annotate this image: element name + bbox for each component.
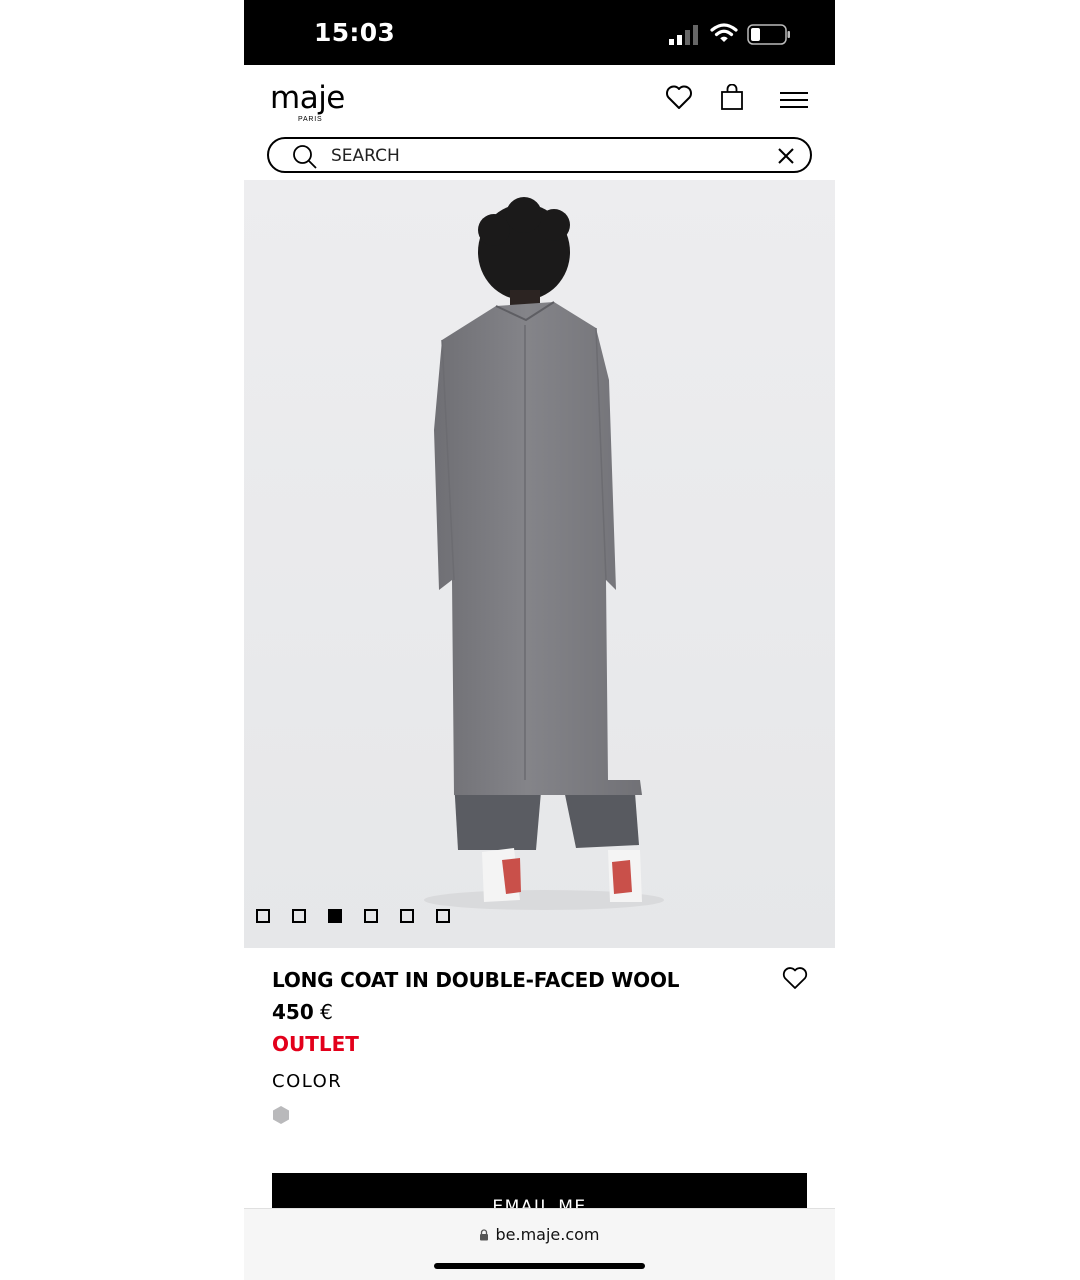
close-icon[interactable] bbox=[777, 147, 795, 165]
color-label: COLOR bbox=[272, 1071, 343, 1092]
signal-icon bbox=[669, 25, 698, 45]
product-image[interactable] bbox=[244, 180, 835, 948]
wifi-icon bbox=[710, 23, 738, 42]
logo-subtitle: PARIS bbox=[298, 116, 323, 123]
url-display[interactable]: be.maje.com bbox=[244, 1225, 835, 1244]
heart-icon[interactable] bbox=[665, 84, 693, 110]
phone-screen: 15:03 maje PARIS SEARCH LONG COAT IN DOU… bbox=[244, 0, 835, 1280]
home-indicator[interactable] bbox=[434, 1263, 645, 1269]
lock-icon bbox=[480, 1229, 489, 1241]
product-price: 450 € bbox=[272, 1000, 333, 1024]
battery-icon bbox=[747, 24, 790, 45]
menu-icon[interactable] bbox=[779, 90, 809, 110]
logo-wordmark: maje bbox=[270, 80, 345, 116]
carousel-dots bbox=[256, 909, 450, 923]
search-input[interactable] bbox=[331, 145, 751, 167]
carousel-dot-4[interactable] bbox=[364, 909, 378, 923]
status-time: 15:03 bbox=[314, 18, 396, 47]
wishlist-heart-icon[interactable] bbox=[782, 966, 808, 990]
status-bar: 15:03 bbox=[244, 0, 835, 65]
carousel-dot-6[interactable] bbox=[436, 909, 450, 923]
carousel-dot-5[interactable] bbox=[400, 909, 414, 923]
price-amount: 450 bbox=[272, 1000, 314, 1024]
shopping-bag-icon[interactable] bbox=[721, 84, 743, 110]
carousel-dot-3-active[interactable] bbox=[328, 909, 342, 923]
product-title: LONG COAT IN DOUBLE-FACED WOOL bbox=[272, 968, 680, 992]
outlet-badge: OUTLET bbox=[272, 1032, 359, 1056]
search-icon[interactable] bbox=[292, 144, 318, 170]
url-text: be.maje.com bbox=[495, 1225, 600, 1244]
model-in-coat-photo bbox=[244, 180, 835, 948]
search-bar[interactable] bbox=[267, 137, 812, 173]
browser-bar: be.maje.com bbox=[244, 1208, 835, 1280]
maje-logo[interactable]: maje PARIS bbox=[270, 80, 354, 126]
color-swatch-grey[interactable] bbox=[272, 1105, 290, 1125]
price-currency: € bbox=[320, 1000, 333, 1024]
carousel-dot-2[interactable] bbox=[292, 909, 306, 923]
carousel-dot-1[interactable] bbox=[256, 909, 270, 923]
